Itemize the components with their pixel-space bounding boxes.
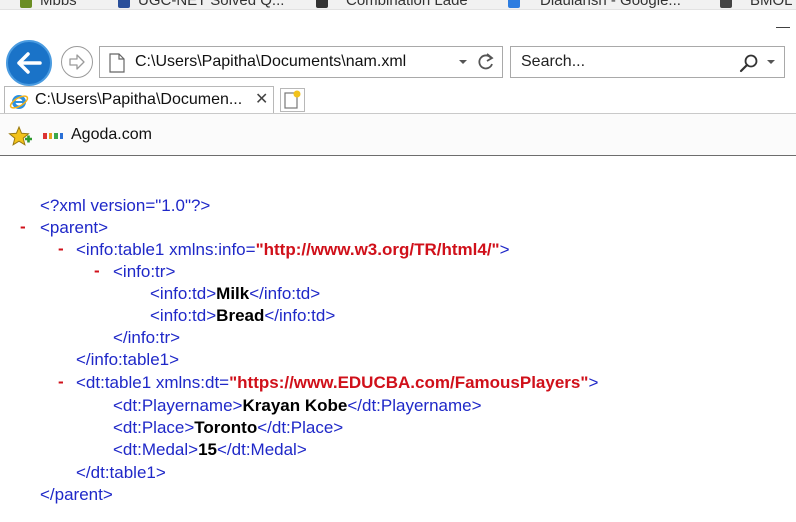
minimize-button[interactable]: — xyxy=(776,18,790,34)
element-value: Krayan Kobe xyxy=(242,396,348,415)
collapse-toggle[interactable]: - xyxy=(58,372,64,392)
collapse-toggle[interactable]: - xyxy=(58,239,64,259)
tag-text: <info:td> xyxy=(150,306,217,325)
tag-text: <info:table1 xmlns:info= xyxy=(76,240,256,259)
collapse-toggle[interactable]: - xyxy=(20,217,26,237)
xml-info-td-milk: <info:td>Milk</info:td> xyxy=(150,283,320,305)
xml-info-table-open: <info:table1 xmlns:info="http://www.w3.o… xyxy=(76,239,510,261)
tag-text: </info:td> xyxy=(249,284,321,303)
xml-dt-table-close: </dt:table1> xyxy=(76,462,166,484)
tag-text: <info:tr> xyxy=(113,262,176,281)
xml-decl-text: <?xml version="1.0"?> xyxy=(40,196,211,215)
collapse-toggle[interactable]: - xyxy=(94,261,100,281)
tag-text: </parent> xyxy=(40,485,113,504)
tag-text: <parent> xyxy=(40,218,109,237)
tag-text: </dt:Playername> xyxy=(347,396,482,415)
forward-button[interactable] xyxy=(61,46,93,78)
xml-info-tr-close: </info:tr> xyxy=(113,327,180,349)
back-button[interactable] xyxy=(6,40,52,86)
ie-logo-icon xyxy=(9,95,29,109)
agoda-favicon-icon xyxy=(43,133,63,139)
tag-text: > xyxy=(588,373,599,392)
tag-text: </dt:Medal> xyxy=(216,440,307,459)
search-box[interactable]: Search... xyxy=(510,46,785,78)
bookmark-icon xyxy=(20,0,32,8)
address-bar[interactable]: C:\Users\Papitha\Documents\nam.xml xyxy=(99,46,503,78)
bookmark-item[interactable]: UGC-NET Solved Q... xyxy=(138,0,284,9)
xml-declaration: <?xml version="1.0"?> xyxy=(40,195,210,217)
xml-parent-open: <parent> xyxy=(40,217,108,239)
refresh-icon[interactable] xyxy=(476,52,496,72)
tag-text: <dt:table1 xmlns:dt= xyxy=(76,373,230,392)
xml-info-table-close: </info:table1> xyxy=(76,349,179,371)
bookmark-icon xyxy=(508,0,520,8)
tag-text: </info:table1> xyxy=(76,350,180,369)
tag-text: <dt:Medal> xyxy=(113,440,199,459)
xml-dt-table-open: <dt:table1 xmlns:dt="https://www.EDUCBA.… xyxy=(76,372,598,394)
element-value: Bread xyxy=(216,306,265,325)
xml-info-tr-open: <info:tr> xyxy=(113,261,175,283)
bookmarks-strip: Mbbs UGC-NET Solved Q... Combination Lad… xyxy=(0,0,796,10)
namespace-value: "https://www.EDUCBA.com/FamousPlayers" xyxy=(229,373,589,392)
bookmark-icon xyxy=(720,0,732,8)
tab-title[interactable]: C:\Users\Papitha\Documen... xyxy=(35,91,242,109)
tag-text: </info:tr> xyxy=(113,328,181,347)
element-value: Milk xyxy=(216,284,250,303)
back-arrow-icon xyxy=(17,52,42,74)
bookmark-item[interactable]: Combination Lade xyxy=(346,0,468,9)
bookmark-item[interactable]: BMOL xyxy=(750,0,793,9)
bookmark-item[interactable]: Mbbs xyxy=(40,0,77,9)
tag-text: <dt:Playername> xyxy=(113,396,243,415)
xml-view: <?xml version="1.0"?> - <parent> - <info… xyxy=(0,156,796,522)
xml-place: <dt:Place>Toronto</dt:Place> xyxy=(113,417,343,439)
tag-text: <info:td> xyxy=(150,284,217,303)
search-dropdown-icon[interactable] xyxy=(765,55,777,69)
bookmark-icon xyxy=(316,0,328,8)
tag-text: <dt:Place> xyxy=(113,418,195,437)
tab-active[interactable]: C:\Users\Papitha\Documen... ✕ xyxy=(4,86,274,114)
search-icon[interactable] xyxy=(739,53,759,73)
bookmark-item[interactable]: Diaulansh - Google... xyxy=(540,0,681,9)
xml-medal: <dt:Medal>15</dt:Medal> xyxy=(113,439,307,461)
xml-parent-close: </parent> xyxy=(40,484,113,506)
bookmark-icon xyxy=(118,0,130,8)
element-value: Toronto xyxy=(194,418,258,437)
tag-text: > xyxy=(499,240,510,259)
tag-text: </info:td> xyxy=(264,306,336,325)
xml-playername: <dt:Playername>Krayan Kobe</dt:Playernam… xyxy=(113,395,482,417)
element-value: 15 xyxy=(198,440,217,459)
address-dropdown-icon[interactable] xyxy=(457,55,469,69)
forward-arrow-icon xyxy=(69,54,85,70)
search-input[interactable]: Search... xyxy=(521,53,585,71)
favorite-link-agoda[interactable]: Agoda.com xyxy=(71,126,152,144)
new-tab-icon xyxy=(284,90,301,109)
xml-info-td-bread: <info:td>Bread</info:td> xyxy=(150,305,335,327)
namespace-value: "http://www.w3.org/TR/html4/" xyxy=(255,240,500,259)
tag-text: </dt:Place> xyxy=(257,418,344,437)
favorites-bar: Agoda.com xyxy=(0,114,796,156)
tag-text: </dt:table1> xyxy=(76,463,166,482)
favorites-star-icon[interactable] xyxy=(8,125,34,149)
address-url[interactable]: C:\Users\Papitha\Documents\nam.xml xyxy=(135,53,406,71)
new-tab-button[interactable] xyxy=(280,88,305,112)
tab-close-icon[interactable]: ✕ xyxy=(255,89,268,109)
page-icon xyxy=(109,53,125,73)
